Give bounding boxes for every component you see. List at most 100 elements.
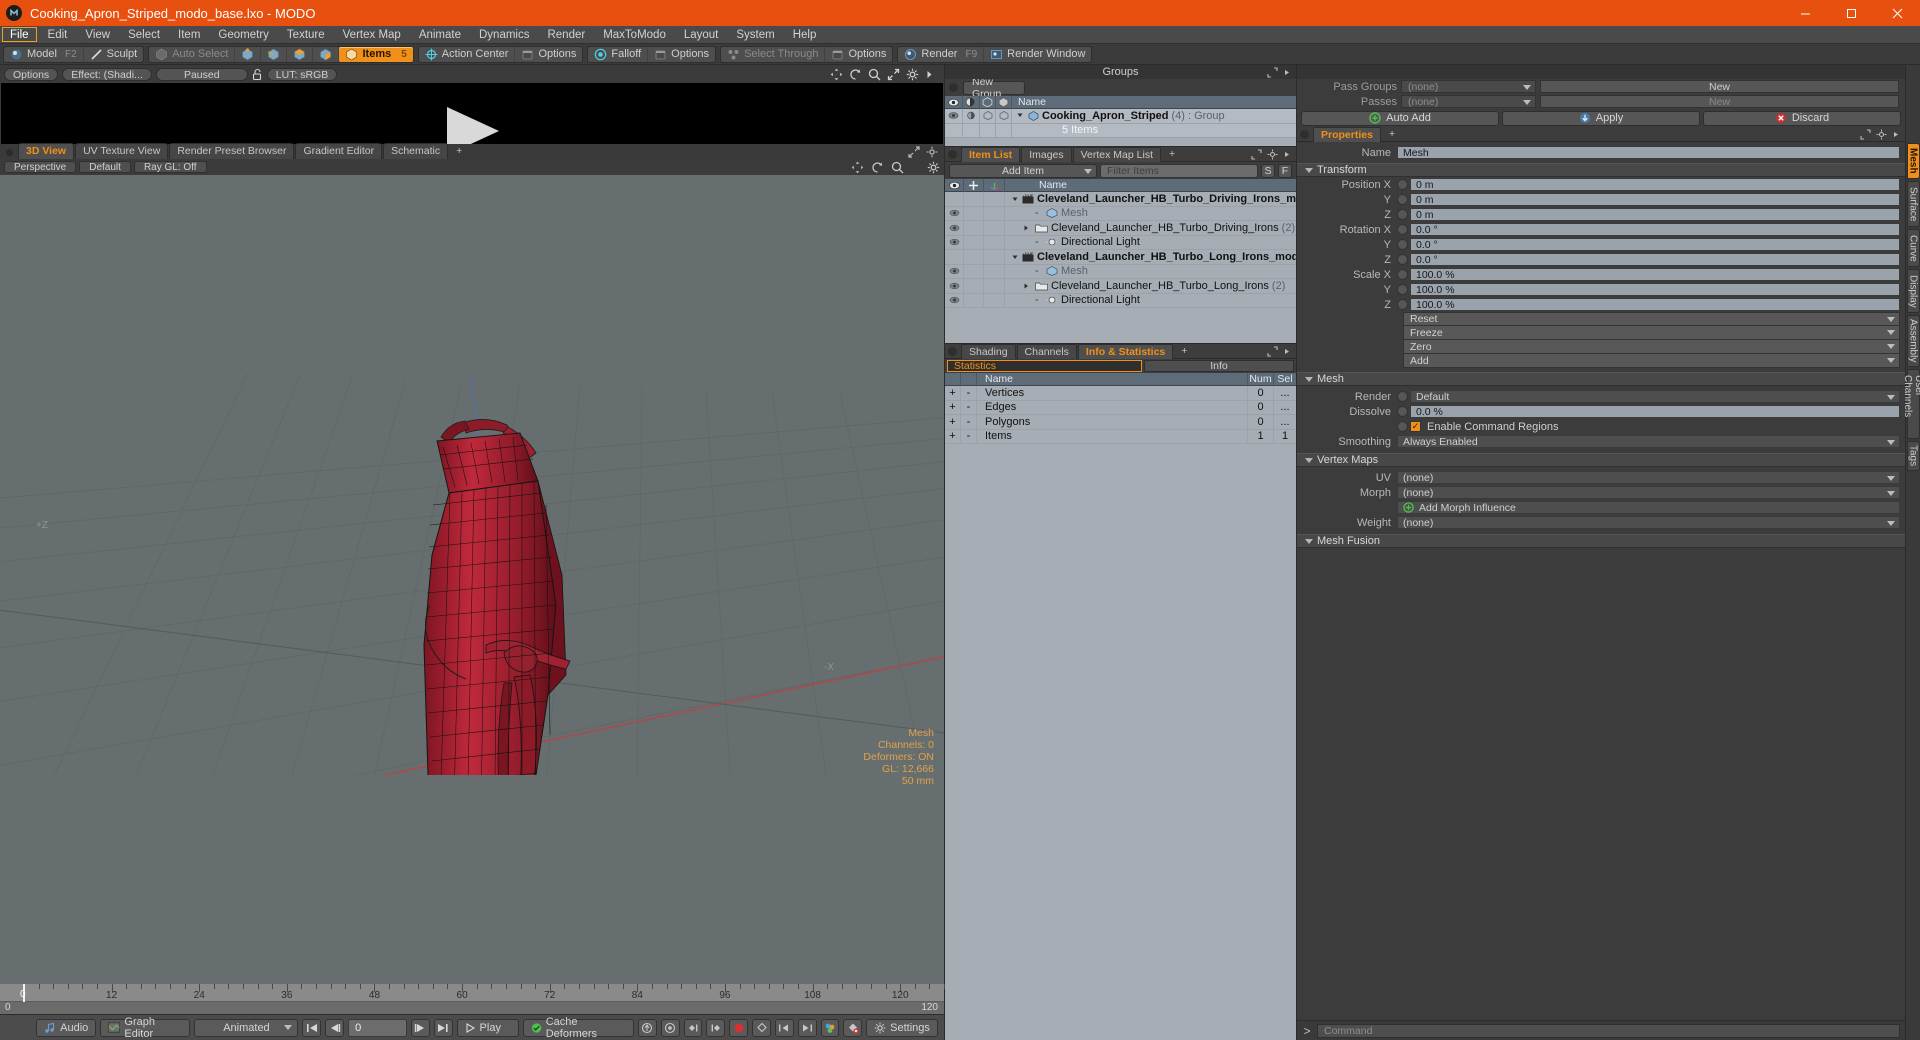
falloff-button[interactable]: Falloff: [588, 46, 649, 62]
item-list-row[interactable]: Mesh: [945, 264, 1296, 279]
row-visibility-toggle[interactable]: [945, 109, 963, 123]
render-button[interactable]: Render F9: [898, 46, 985, 62]
apply-button[interactable]: Apply: [1502, 110, 1700, 126]
maximize-button[interactable]: [1828, 0, 1874, 26]
statistics-row[interactable]: + - Vertices 0...: [945, 386, 1296, 401]
chevron-right-icon[interactable]: [925, 68, 934, 81]
item-list-row-name-cell[interactable]: Directional Light: [1005, 236, 1296, 248]
stats-minus-button[interactable]: -: [961, 400, 977, 414]
transform-value-field[interactable]: 0 m: [1410, 208, 1900, 221]
item-list-row[interactable]: Directional Light: [945, 235, 1296, 250]
item-list-row-name-cell[interactable]: Directional Light: [1005, 294, 1296, 306]
row-axis-toggle[interactable]: [984, 279, 1005, 293]
pass-groups-dropdown[interactable]: (none): [1401, 80, 1536, 93]
row-lock-toggle[interactable]: [964, 235, 984, 249]
viewport-tab-dot-icon[interactable]: [6, 149, 13, 156]
tab-info-statistics[interactable]: Info & Statistics: [1077, 343, 1174, 359]
item-list-row[interactable]: Cleveland_Launcher_HB_Turbo_Long_Irons_m…: [945, 250, 1296, 265]
transform-value-field[interactable]: 0.0 °: [1410, 238, 1900, 251]
passes-dropdown[interactable]: (none): [1401, 95, 1536, 108]
key-start-button[interactable]: [774, 1018, 794, 1037]
vtab-display[interactable]: Display: [1906, 269, 1920, 313]
render-window-button[interactable]: Render Window: [984, 47, 1091, 62]
audio-button[interactable]: Audio: [36, 1018, 97, 1037]
groups-col-shade-icon[interactable]: [963, 95, 980, 109]
item-list-expand-icon[interactable]: [1251, 148, 1262, 160]
properties-expand-icon[interactable]: [1860, 128, 1871, 140]
morph-dropdown[interactable]: (none): [1397, 486, 1900, 499]
timeline-ruler[interactable]: 12 24 36 48 60 72 84 96 108 120 0: [0, 984, 945, 1002]
reset-button[interactable]: Reset: [1403, 312, 1900, 326]
viewport-expand-icon[interactable]: [908, 146, 920, 158]
row-visibility-toggle[interactable]: [945, 293, 964, 307]
transform-knob-icon[interactable]: [1397, 194, 1408, 205]
tree-expand-arrow-icon[interactable]: [1011, 253, 1019, 261]
stats-plus-button[interactable]: +: [945, 386, 961, 400]
transform-knob-icon[interactable]: [1397, 239, 1408, 250]
menu-item-help[interactable]: Help: [784, 26, 826, 43]
row-visibility-toggle[interactable]: [945, 221, 964, 235]
panel-expand-icon[interactable]: [1267, 66, 1278, 78]
falloff-options-button[interactable]: Options: [648, 47, 715, 62]
statistics-row[interactable]: + - Polygons 0...: [945, 415, 1296, 430]
panel-menu-chevron-icon[interactable]: [1283, 67, 1292, 78]
item-list-row-name-cell[interactable]: Cleveland_Launcher_HB_Turbo_Driving_Iron…: [1005, 222, 1296, 234]
properties-menu-chevron-icon[interactable]: [1892, 129, 1901, 140]
menu-item-texture[interactable]: Texture: [278, 26, 334, 43]
statistics-table-body[interactable]: + - Vertices 0... + - Edges 0... + - Polygons 0... +…: [945, 386, 1296, 1040]
groups-tree-body[interactable]: Cooking_Apron_Striped (4) : Group 5 Item…: [945, 109, 1296, 146]
item-list-row[interactable]: Cleveland_Launcher_HB_Turbo_Long_Irons (2…: [945, 279, 1296, 294]
row-axis-toggle[interactable]: [984, 250, 1005, 264]
item-list-tab-dot-icon[interactable]: [948, 149, 957, 159]
stats-minus-button[interactable]: -: [961, 429, 977, 443]
action-center-options-button[interactable]: Options: [515, 47, 582, 62]
key-next-button[interactable]: [706, 1018, 726, 1037]
properties-tab-dot-icon[interactable]: [1300, 129, 1309, 139]
viewport-gear-icon[interactable]: [926, 146, 938, 158]
select-through-options-button[interactable]: Options: [825, 47, 892, 62]
sculpt-mode-button[interactable]: Sculpt: [84, 47, 144, 62]
uv-dropdown[interactable]: (none): [1397, 471, 1900, 484]
tab-schematic[interactable]: Schematic: [383, 143, 449, 159]
fit-icon[interactable]: [887, 68, 900, 81]
item-list-row[interactable]: Directional Light: [945, 293, 1296, 308]
preview-effect-button[interactable]: Effect: (Shadi...: [62, 68, 152, 81]
transform-knob-icon[interactable]: [1397, 299, 1408, 310]
deformers-toggle-button[interactable]: [638, 1018, 657, 1037]
menu-item-dynamics[interactable]: Dynamics: [470, 26, 538, 43]
command-input[interactable]: Command: [1317, 1023, 1900, 1038]
menu-item-select[interactable]: Select: [119, 26, 169, 43]
subrow-render-toggle[interactable]: [980, 123, 996, 137]
row-lock-toggle[interactable]: [964, 293, 984, 307]
name-field[interactable]: Mesh: [1397, 146, 1900, 159]
tree-expand-arrow-icon[interactable]: [1033, 267, 1043, 275]
row-lock-toggle[interactable]: [964, 192, 984, 206]
tab-3d-view[interactable]: 3D View: [18, 143, 75, 159]
tab-channels[interactable]: Channels: [1016, 343, 1077, 359]
smoothing-dropdown[interactable]: Always Enabled: [1397, 435, 1900, 448]
transform-value-field[interactable]: 100.0 %: [1410, 283, 1900, 296]
stats-minus-button[interactable]: -: [961, 386, 977, 400]
tab-uv-texture-view[interactable]: UV Texture View: [75, 143, 169, 159]
prev-frame-button[interactable]: [325, 1018, 345, 1037]
row-visibility-toggle[interactable]: [945, 264, 964, 278]
stats-plus-button[interactable]: +: [945, 415, 961, 429]
transform-knob-icon[interactable]: [1397, 254, 1408, 265]
viewport-raygl-button[interactable]: Ray GL: Off: [133, 161, 207, 173]
menu-item-edit[interactable]: Edit: [39, 26, 77, 43]
weight-dropdown[interactable]: (none): [1397, 516, 1900, 529]
tab-properties[interactable]: Properties: [1313, 126, 1381, 142]
close-button[interactable]: [1874, 0, 1920, 26]
row-lock-toggle[interactable]: [964, 206, 984, 220]
tree-expand-arrow-icon[interactable]: [1016, 110, 1025, 122]
item-list-row-name-cell[interactable]: Cleveland_Launcher_HB_Turbo_Long_Irons (2…: [1005, 280, 1296, 292]
animation-mode-dropdown[interactable]: Animated: [194, 1018, 299, 1037]
properties-gear-icon[interactable]: [1876, 129, 1887, 140]
viewport-perspective-button[interactable]: Perspective: [4, 161, 77, 173]
tree-expand-arrow-icon[interactable]: [1033, 209, 1043, 217]
groups-tree-row[interactable]: Cooking_Apron_Striped (4) : Group: [945, 109, 1296, 124]
vtab-mesh[interactable]: Mesh: [1906, 143, 1920, 179]
menu-item-render[interactable]: Render: [538, 26, 594, 43]
groups-col-render-icon[interactable]: [980, 95, 996, 109]
add-properties-tab-button[interactable]: +: [1382, 127, 1402, 141]
